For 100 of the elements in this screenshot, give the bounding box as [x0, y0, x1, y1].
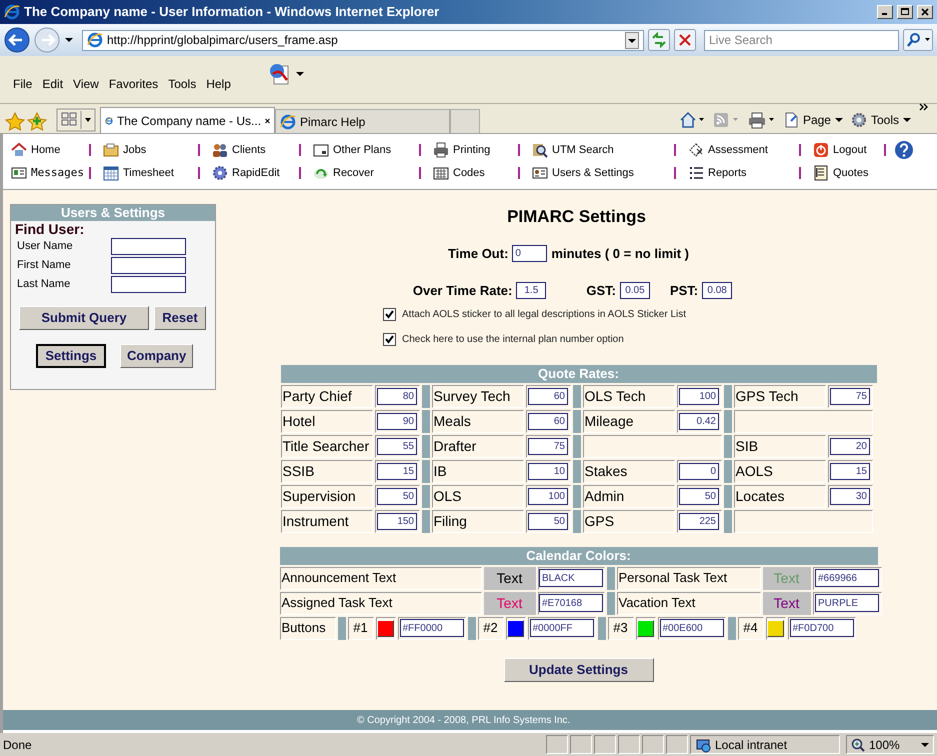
text-field[interactable]: 75	[830, 388, 870, 404]
text-field[interactable]: 10	[528, 462, 568, 480]
back-button[interactable]	[4, 27, 30, 53]
menu-item[interactable]: Favorites	[104, 70, 164, 96]
text-field[interactable]: 60	[528, 388, 568, 404]
address-field[interactable]: http://hpprint/globalpimarc/users_frame.asp	[82, 30, 644, 50]
nav-link[interactable]: Reports	[708, 165, 747, 182]
text-field[interactable]: BLACK	[539, 569, 603, 587]
nav-link[interactable]: Timesheet	[123, 165, 174, 182]
text-field[interactable]: #00E600	[660, 619, 724, 637]
text-field[interactable]: 15	[377, 462, 417, 480]
nav-link[interactable]: Home	[31, 142, 60, 158]
menu-item[interactable]: File	[8, 70, 38, 96]
browser-tab[interactable]: The Company name - Us...	[100, 107, 275, 133]
stop-button[interactable]	[674, 29, 696, 51]
text-field[interactable]: 75	[528, 438, 568, 454]
zoom-control[interactable]: 100%	[846, 735, 934, 754]
search-button[interactable]	[903, 29, 933, 51]
printer-icon[interactable]	[746, 111, 775, 129]
form-button[interactable]: Settings	[36, 344, 106, 368]
menu-item[interactable]: Edit	[37, 70, 68, 96]
nav-link[interactable]: Jobs	[123, 142, 146, 158]
nav-link[interactable]: RapidEdit	[232, 165, 280, 182]
nav-link[interactable]: Codes	[453, 165, 485, 182]
status-pane	[666, 735, 688, 754]
nav-link[interactable]: Recover	[333, 165, 374, 182]
nav-link[interactable]: Quotes	[833, 165, 868, 182]
color-sample: Text	[484, 592, 536, 614]
menu-item[interactable]: View	[68, 70, 104, 96]
nav-link[interactable]: Clients	[232, 142, 266, 158]
nav-link[interactable]: Messages	[31, 165, 84, 182]
text-field[interactable]: 15	[830, 462, 870, 480]
nav-link[interactable]: UTM Search	[552, 142, 614, 158]
text-field[interactable]: 150	[377, 512, 417, 530]
dropdown-caret-icon[interactable]	[625, 32, 639, 48]
home-icon[interactable]	[678, 111, 705, 129]
help-icon[interactable]	[894, 140, 914, 160]
command-menu[interactable]: Page	[782, 111, 843, 129]
text-field[interactable]: 90	[377, 412, 417, 430]
maximize-button[interactable]	[897, 5, 913, 19]
nav-link[interactable]: Printing	[453, 142, 490, 158]
list-icon	[688, 165, 704, 182]
form-button[interactable]: Reset	[154, 306, 206, 330]
status-pane	[642, 735, 664, 754]
text-field[interactable]: #0000FF	[530, 619, 594, 637]
checkbox[interactable]	[383, 308, 396, 320]
nav-link[interactable]: Other Plans	[333, 142, 392, 158]
browser-tab[interactable]: Pimarc Help	[275, 109, 450, 133]
menu-item[interactable]: Help	[201, 70, 236, 96]
table-cell: GPS	[582, 510, 674, 532]
nav-link[interactable]: Assessment	[708, 142, 768, 158]
text-field[interactable]: 0.08	[702, 282, 732, 300]
update-button[interactable]: Update Settings	[504, 658, 654, 682]
text-field[interactable]: 0	[679, 462, 719, 480]
minimize-button[interactable]	[877, 5, 893, 19]
text-field[interactable]: 100	[528, 488, 568, 504]
text-field[interactable]	[111, 276, 186, 293]
field-label: GST:	[586, 282, 616, 300]
text-field[interactable]: 60	[528, 412, 568, 430]
text-field[interactable]: #E70168	[539, 594, 603, 612]
close-button[interactable]	[917, 5, 933, 19]
text-field[interactable]: 0.05	[620, 282, 650, 300]
nav-link[interactable]: Users & Settings	[552, 165, 634, 182]
nav-link[interactable]: Logout	[833, 142, 867, 158]
dropdown-caret-icon[interactable]	[64, 35, 74, 45]
text-field[interactable]: #669966	[815, 569, 879, 587]
text-field[interactable]: 0.42	[679, 412, 719, 430]
command-menu[interactable]: Tools	[850, 111, 911, 129]
text-field[interactable]: 55	[377, 438, 417, 454]
form-button[interactable]: Submit Query	[19, 306, 149, 330]
page-icon	[280, 114, 296, 130]
pdf-menu-button[interactable]	[268, 62, 304, 86]
table-header: Calendar Colors:	[280, 546, 878, 564]
text-field[interactable]: 1.5	[516, 282, 546, 300]
text-field[interactable]: 30	[830, 488, 870, 504]
text-field[interactable]: 50	[528, 512, 568, 530]
text-field[interactable]	[111, 238, 186, 255]
close-icon	[920, 7, 930, 17]
table-cell: SIB	[734, 434, 826, 458]
text-field[interactable]: 50	[679, 488, 719, 504]
text-field[interactable]	[111, 257, 186, 274]
chevron-icon[interactable]	[919, 103, 929, 113]
text-field[interactable]: #F0D700	[790, 619, 854, 637]
table-cell: #4	[738, 616, 764, 640]
text-field[interactable]: 225	[679, 512, 719, 530]
text-field[interactable]: 20	[830, 438, 870, 454]
text-field[interactable]: 50	[377, 488, 417, 504]
text-field[interactable]: 0	[512, 244, 548, 262]
house-icon	[11, 142, 27, 158]
checkbox[interactable]	[383, 332, 396, 346]
tab-grid-button[interactable]	[56, 107, 96, 133]
form-button[interactable]: Company	[120, 344, 194, 368]
table-cell: Buttons	[280, 616, 336, 640]
search-field[interactable]: Live Search	[704, 30, 899, 50]
menu-item[interactable]: Tools	[163, 70, 202, 96]
text-field[interactable]: #FF0000	[400, 619, 464, 637]
text-field[interactable]: 100	[679, 388, 719, 404]
refresh-button[interactable]	[648, 29, 670, 51]
text-field[interactable]: 80	[377, 388, 417, 404]
text-field[interactable]: PURPLE	[815, 594, 879, 612]
